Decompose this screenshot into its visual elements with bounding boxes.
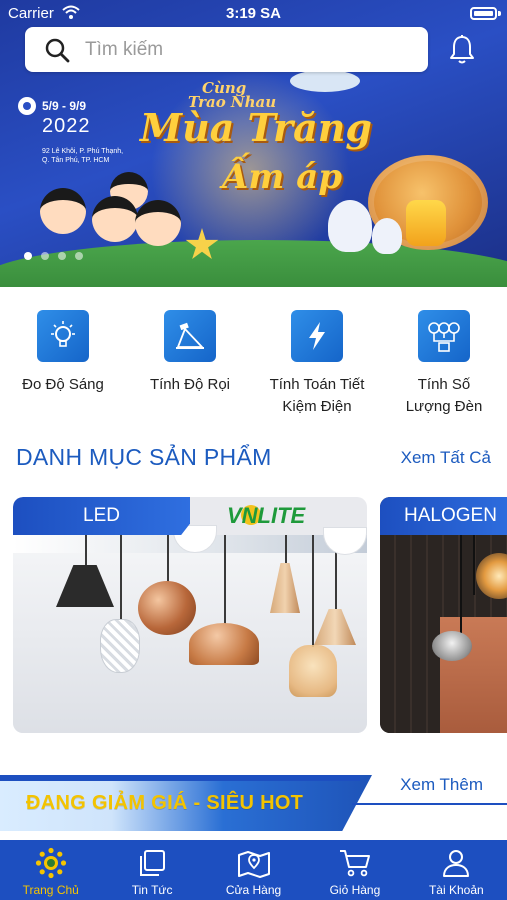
search-input[interactable] [85,38,405,61]
clock: 3:19 SA [225,5,282,22]
tab-cart[interactable]: Giỏ Hàng [304,840,405,900]
carousel-pagination [24,252,83,260]
search-icon [39,32,75,68]
categories-header: DANH MỤC SẢN PHẨM Xem Tất Cả [16,444,491,476]
sale-section: ĐANG GIẢM GIÁ - SIÊU HOT Xem Thêm [0,775,507,837]
banner-headline-line: Ấm áp [222,157,342,197]
bulbs-count-icon [418,310,470,362]
notification-bell-icon[interactable] [447,34,477,66]
tool-label: Đo Độ Sáng [22,376,104,393]
lamp-cord [167,535,169,585]
pendant-lamp [100,619,140,673]
battery-icon [470,7,497,20]
tool-label: Tính Độ Rọi [149,376,231,393]
tool-energy-saving[interactable]: Tính Toán Tiết Kiệm Điện [254,310,380,418]
tool-lamp-count[interactable]: Tính Số Lượng Đèn [381,310,507,418]
pendant-lamp [289,645,337,697]
carousel-dot[interactable] [58,252,66,260]
lamp-cord [473,535,475,595]
see-all-link[interactable]: Xem Tất Cả [401,448,491,468]
map-icon [237,846,271,880]
carousel-dot[interactable] [75,252,83,260]
tab-news[interactable]: Tin Tức [101,840,202,900]
see-more-link[interactable]: Xem Thêm [400,775,483,795]
tab-label: Trang Chủ [22,883,79,897]
lamp-cord [120,535,122,621]
pendant-lamp [189,623,259,665]
pendant-lamp [138,581,196,635]
category-label: LED [13,497,190,535]
child-illustration [135,200,181,246]
brand-logo: VNLITE [227,503,306,528]
spotlight-icon [164,310,216,362]
tab-account[interactable]: Tài Khoản [406,840,507,900]
battery-tip [498,11,501,16]
category-card-halogen[interactable]: HALOGEN [380,497,507,733]
sale-title: ĐANG GIẢM GIÁ - SIÊU HOT [26,792,304,814]
halogen-fixture [432,631,472,661]
tool-measure-brightness[interactable]: Đo Độ Sáng [0,310,126,396]
banner-headline-line: Mùa Trăng [140,105,372,150]
tab-label: Tin Tức [131,883,173,897]
lantern-illustration [406,200,446,246]
news-icon [135,846,169,880]
category-label: HALOGEN [380,497,507,535]
event-date: 5/9 - 9/9 [42,99,87,113]
calculator-tools: Đo Độ Sáng Tính Độ Rọi Tính Toán Tiết Ki… [0,310,507,420]
tool-label-line: Kiệm Điện [282,398,352,415]
carousel-dot[interactable] [24,252,32,260]
carousel-dot[interactable] [41,252,49,260]
sun-home-icon [34,846,68,880]
tab-label: Cửa Hàng [225,883,282,897]
tool-label-line: Lượng Đèn [405,398,483,415]
bottom-tab-bar: Trang Chủ Tin Tức Cửa Hàng Giỏ Hàng Tài … [0,840,507,900]
tool-label: Tính Toán Tiết Kiệm Điện [254,374,380,418]
category-card-led[interactable]: LED VNLITE [13,497,367,733]
tool-label: Tính Số Lượng Đèn [381,374,507,418]
lamp-cord [312,535,314,647]
lamp-decoration [290,70,360,92]
tab-label: Tài Khoản [428,883,484,897]
child-illustration [92,196,138,242]
bulb-icon [37,310,89,362]
user-icon [439,846,473,880]
search-bar[interactable] [25,27,428,72]
lamp-cord [285,535,287,565]
lightning-icon [291,310,343,362]
section-title: DANH MỤC SẢN PHẨM [16,444,272,470]
lamp-cord [85,535,87,567]
event-info: 5/9 - 9/9 2022 92 Lê Khôi, P. Phú Thạnh,… [18,97,128,165]
tool-label-line: Tính Số [417,376,471,393]
event-year: 2022 [42,115,91,137]
status-bar: Carrier 3:19 SA [0,0,507,26]
lamp-cord [224,535,226,625]
cart-icon [338,846,372,880]
sale-banner-edge [0,775,360,781]
rabbit-illustration [328,200,372,252]
tab-label: Giỏ Hàng [329,883,381,897]
location-pin-icon [18,97,36,115]
tool-label-line: Tính Toán Tiết [269,376,365,393]
section-divider [352,803,507,805]
child-illustration [40,188,86,234]
promo-banner-carousel[interactable]: Cùng Trao Nhau Mùa Trăng Ấm áp 5/9 - 9/9… [0,0,507,287]
event-address: 92 Lê Khôi, P. Phú Thạnh, Q. Tân Phú, TP… [42,148,124,164]
tab-home[interactable]: Trang Chủ [0,840,101,900]
rabbit-illustration [372,218,402,254]
lamp-cord [460,535,462,635]
tab-stores[interactable]: Cửa Hàng [203,840,304,900]
tool-illuminance[interactable]: Tính Độ Rọi [127,310,253,396]
